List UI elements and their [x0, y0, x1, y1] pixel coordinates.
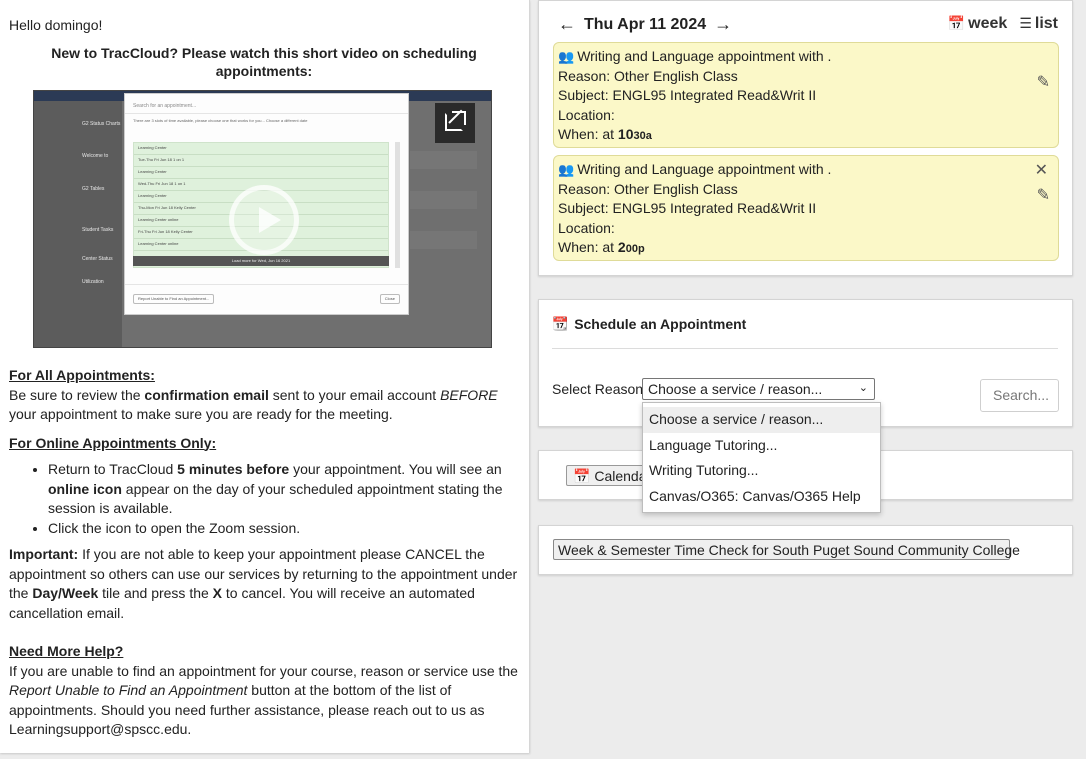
appointment-subject: Subject: ENGL95 Integrated Read&Writ II	[558, 87, 817, 103]
video-report-button: Report Unable to Find an Appointment...	[133, 294, 215, 304]
video-nav-text: G2 Status Charts	[82, 121, 121, 127]
edit-icon[interactable]: ✎	[1037, 73, 1050, 93]
video-modal-note: There are 3 slots of time available, ple…	[133, 118, 308, 123]
video-nav-text: Center Status	[82, 256, 113, 262]
schedule-title: 📆 Schedule an Appointment	[552, 316, 747, 332]
select-reason-label: Select Reason	[552, 381, 644, 397]
reason-option[interactable]: Writing Tutoring...	[643, 458, 880, 484]
appointment-title: 👥 Writing and Language appointment with .	[558, 48, 832, 64]
video-list-row: Learning Center	[134, 167, 388, 179]
calendar-plus-icon: 📆	[552, 316, 569, 331]
appointment-time: When: at 200p	[558, 239, 645, 255]
list-view-button[interactable]: ☰ list	[1019, 15, 1058, 33]
week-view-button[interactable]: 📅 week	[948, 15, 1008, 33]
play-icon[interactable]	[229, 185, 299, 255]
online-appointments-heading: For Online Appointments Only:	[9, 434, 217, 451]
cancel-appointment-icon[interactable]: ✕	[1035, 161, 1048, 181]
all-appointments-text: Be sure to review the confirmation email…	[9, 386, 498, 423]
week-semester-time-check-button[interactable]: Week & Semester Time Check for South Pug…	[553, 539, 1020, 560]
users-icon: 👥	[558, 162, 575, 177]
all-appointments-heading: For All Appointments:	[9, 367, 155, 383]
video-intro: New to TracCloud? Please watch this shor…	[51, 45, 477, 79]
list-item: Return to TracCloud 5 minutes before you…	[48, 460, 519, 519]
edit-icon[interactable]: ✎	[1037, 186, 1050, 206]
calendar-icon: 📅	[573, 468, 591, 484]
appointment-location: Location:	[558, 106, 615, 123]
online-instructions-list: Return to TracCloud 5 minutes before you…	[9, 460, 519, 538]
external-link-icon[interactable]	[435, 103, 475, 143]
view-switcher: 📅 week ☰ list	[948, 15, 1058, 33]
calendar-icon: 📅	[947, 15, 966, 31]
video-nav-text: Utilization	[82, 279, 104, 285]
list-icon: ☰	[1019, 15, 1032, 31]
divider	[552, 348, 1058, 349]
video-modal-footer: Report Unable to Find an Appointment... …	[125, 284, 408, 314]
calendar-button[interactable]: 📅 Calendar	[566, 465, 646, 486]
video-list-row: Tue-Thu Fri Jun 18 1 on 1	[134, 155, 388, 167]
help-heading: Need More Help?	[9, 643, 124, 659]
appointment-subject: Subject: ENGL95 Integrated Read&Writ II	[558, 200, 817, 216]
previous-day-arrow-icon[interactable]: ←	[558, 14, 576, 35]
instructions-panel: Hello domingo! New to TracCloud? Please …	[0, 0, 530, 753]
video-modal-search: Search for an appointment...	[125, 94, 408, 114]
chevron-down-icon: ⌄	[858, 382, 868, 394]
video-close-button: Close	[379, 294, 400, 304]
appointment-reason: Reason: Other English Class	[558, 180, 738, 197]
video-list-row: Learning Center	[134, 143, 388, 155]
appointment-location: Location:	[558, 219, 615, 236]
reason-option[interactable]: Language Tutoring...	[643, 433, 880, 459]
list-item: Click the icon to open the Zoom session.	[48, 519, 519, 539]
next-day-arrow-icon[interactable]: →	[714, 14, 732, 35]
video-modal-load-more: Load more for Wed, Jun 16 2021	[133, 256, 389, 266]
instructions-content: For All Appointments: Be sure to review …	[9, 366, 519, 740]
video-bg-field	[410, 151, 477, 169]
appointment-card[interactable]: 👥 Writing and Language appointment with .…	[553, 42, 1059, 148]
current-date: Thu Apr 11 2024	[584, 15, 707, 33]
video-modal-scrollbar	[395, 142, 400, 268]
video-bg-field	[410, 231, 477, 249]
appointment-card[interactable]: 👥 Writing and Language appointment with .…	[553, 155, 1059, 261]
help-text: If you are unable to find an appointment…	[9, 662, 518, 738]
reason-dropdown-list: Choose a service / reason... Language Tu…	[642, 402, 881, 513]
tutorial-video[interactable]: G2 Status Charts Welcome to G2 Tables St…	[33, 90, 492, 348]
appointment-time: When: at 1030a	[558, 126, 652, 142]
greeting: Hello domingo!	[9, 17, 103, 33]
users-icon: 👥	[558, 49, 575, 64]
reason-option[interactable]: Choose a service / reason...	[643, 407, 880, 433]
video-app-sidebar	[34, 101, 122, 347]
video-nav-text: G2 Tables	[82, 186, 105, 192]
video-nav-text: Welcome to	[82, 153, 109, 159]
day-navigation: ← Thu Apr 11 2024 →	[558, 14, 732, 35]
important-note: Important: If you are not able to keep y…	[9, 546, 518, 621]
video-nav-text: Student Tasks	[82, 227, 114, 233]
reason-select[interactable]: Choose a service / reason... ⌄	[642, 378, 875, 400]
appointment-reason: Reason: Other English Class	[558, 67, 738, 84]
video-bg-field	[410, 191, 477, 209]
reason-option[interactable]: Canvas/O365: Canvas/O365 Help	[643, 484, 880, 510]
search-button[interactable]: Search...	[980, 379, 1059, 412]
appointment-title: 👥 Writing and Language appointment with .	[558, 161, 832, 177]
